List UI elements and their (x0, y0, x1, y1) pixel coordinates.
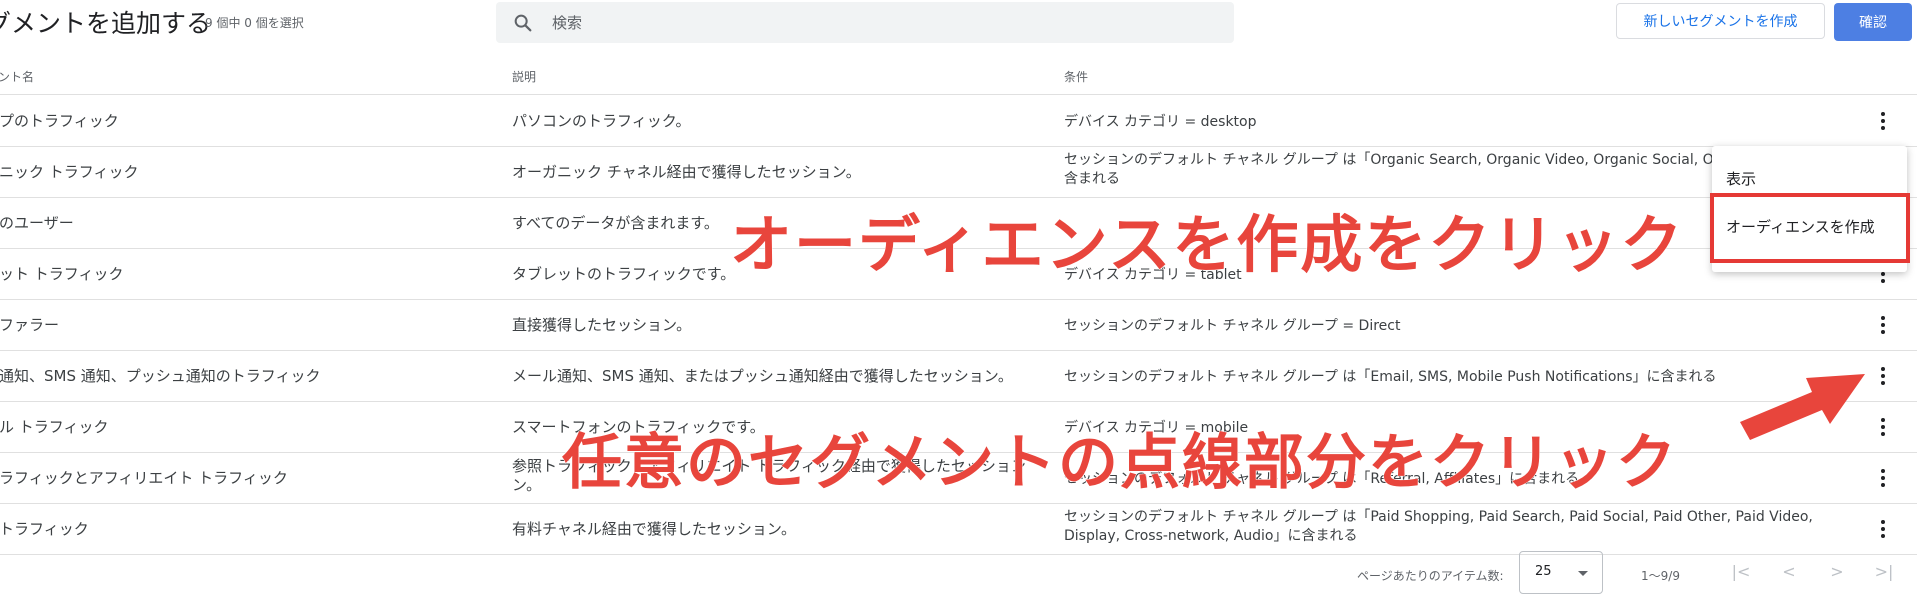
segment-condition: セッションのデフォルト チャネル グループ は「Email, SMS, Mobi… (1064, 369, 1717, 385)
segment-name: ップのトラフィック (0, 112, 119, 130)
segment-description: オーガニック チャネル経由で獲得したセッション。 (512, 163, 861, 181)
column-header-description: 説明 (512, 70, 537, 84)
segment-name: リファラー (0, 316, 60, 334)
segment-description: すべてのデータが含まれます。 (512, 214, 719, 232)
first-page-icon[interactable]: |< (1727, 560, 1755, 584)
arrow-icon (1740, 374, 1865, 440)
segment-name: レット トラフィック (0, 265, 124, 283)
page-range: 1～9/9 (1641, 569, 1680, 583)
last-page-icon[interactable]: >| (1870, 560, 1898, 584)
table-row[interactable]: ル通知、SMS 通知、プッシュ通知のトラフィック メール通知、SMS 通知、また… (0, 350, 1917, 402)
column-header-name[interactable]: ント名 (0, 68, 34, 85)
column-header-condition: 条件 (1064, 70, 1089, 84)
annotation-bottom: 任意のセグメントの点線部分をクリック (562, 428, 1678, 499)
menu-item-view[interactable]: 表示 (1726, 168, 1756, 189)
more-vert-icon[interactable] (1870, 465, 1896, 491)
highlight-box (1710, 193, 1910, 263)
segment-name: のトラフィック (0, 520, 89, 538)
more-vert-icon[interactable] (1870, 516, 1896, 542)
table-row[interactable]: リファラー 直接獲得したセッション。 セッションのデフォルト チャネル グループ… (0, 299, 1917, 351)
items-per-page-value: 25 (1535, 564, 1552, 579)
new-segment-button[interactable]: 新しいセグメントを作成 (1616, 3, 1825, 39)
segment-name: てのユーザー (0, 214, 74, 232)
table-row[interactable]: ップのトラフィック パソコンのトラフィック。 デバイス カテゴリ = deskt… (0, 95, 1917, 147)
segment-condition: セッションのデフォルト チャネル グループ は「Paid Shopping, P… (1064, 508, 1813, 546)
items-per-page-label: ページあたりのアイテム数: (1357, 569, 1504, 583)
more-vert-icon[interactable] (1870, 363, 1896, 389)
segment-description: タブレットのトラフィックです。 (512, 265, 736, 283)
segment-description: メール通知、SMS 通知、またはプッシュ通知経由で獲得したセッション。 (512, 367, 1013, 385)
segment-condition-line: Display, Cross-network, Audio」に含まれる (1064, 528, 1358, 544)
dropdown-caret-icon (1578, 571, 1588, 576)
search-input[interactable] (552, 2, 1152, 43)
items-per-page-select[interactable]: 25 (1519, 551, 1603, 594)
more-vert-icon[interactable] (1870, 108, 1896, 134)
search-bar[interactable] (496, 2, 1234, 43)
segment-description: パソコンのトラフィック。 (512, 112, 691, 130)
segment-condition-line: セッションのデフォルト チャネル グループ は「Organic Search, … (1064, 152, 1729, 168)
segment-description: 直接獲得したセッション。 (512, 316, 692, 334)
segment-name: トラフィックとアフィリエイト トラフィック (0, 469, 288, 487)
annotation-top: オーディエンスを作成をクリック (729, 208, 1685, 282)
page-title: グメントを追加する (0, 9, 212, 38)
next-page-icon[interactable]: > (1823, 560, 1851, 584)
segment-condition-line: 含まれる (1064, 171, 1120, 187)
more-vert-icon[interactable] (1870, 414, 1896, 440)
table-row[interactable]: ガニック トラフィック オーガニック チャネル経由で獲得したセッション。 セッシ… (0, 146, 1917, 198)
segment-description: 有料チャネル経由で獲得したセッション。 (512, 520, 796, 538)
segment-condition: デバイス カテゴリ = desktop (1064, 114, 1257, 130)
confirm-button[interactable]: 確認 (1834, 3, 1912, 41)
search-icon (514, 14, 532, 32)
segment-condition: セッションのデフォルト チャネル グループ = Direct (1064, 318, 1401, 334)
selection-count: 9 個中 0 個を選択 (205, 16, 304, 30)
segment-condition-line: セッションのデフォルト チャネル グループ は「Paid Shopping, P… (1064, 509, 1813, 525)
segment-condition: セッションのデフォルト チャネル グループ は「Organic Search, … (1064, 151, 1728, 189)
table-row[interactable]: のトラフィック 有料チャネル経由で獲得したセッション。 セッションのデフォルト … (0, 503, 1917, 555)
segment-name: イル トラフィック (0, 418, 109, 436)
more-vert-icon[interactable] (1870, 312, 1896, 338)
segment-name: ル通知、SMS 通知、プッシュ通知のトラフィック (0, 367, 321, 385)
segment-name: ガニック トラフィック (0, 163, 139, 181)
prev-page-icon[interactable]: < (1775, 560, 1803, 584)
